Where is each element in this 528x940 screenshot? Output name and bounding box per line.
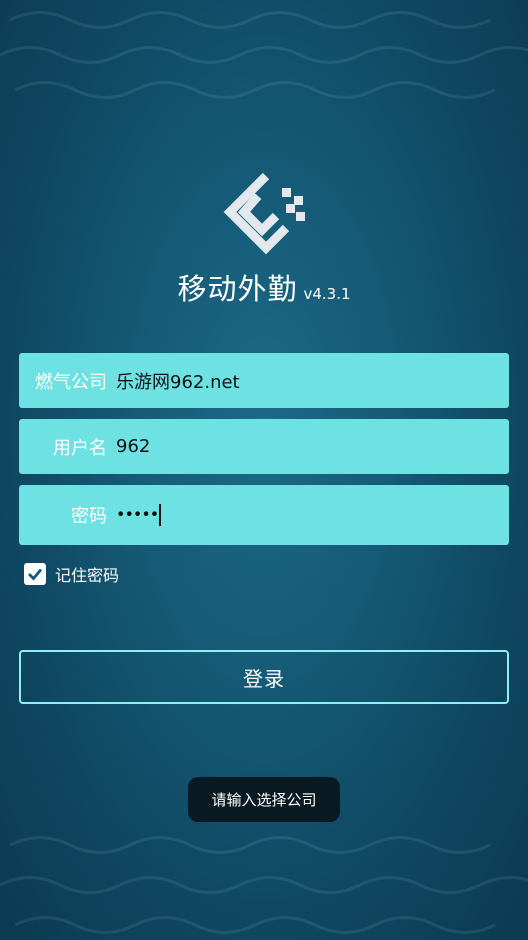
company-label: 燃气公司 [35,371,107,393]
app-version: v4.3.1 [303,285,351,303]
checkmark-icon [28,568,43,581]
remember-password-toggle[interactable]: 记住密码 [24,562,119,586]
company-field[interactable]: 燃气公司 乐游网962.net [19,353,509,408]
toast-message: 请输入选择公司 [188,777,340,822]
login-button[interactable]: 登录 [19,650,509,704]
password-label: 密码 [71,506,107,527]
app-title: 移动外勤 [177,272,298,306]
password-field[interactable]: 密码 ••••• [19,485,509,545]
company-input[interactable]: 乐游网962.net [116,368,240,394]
background-pattern-bottom [0,836,528,934]
password-input[interactable]: ••••• [116,504,162,526]
app-title-row: 移动外勤 v4.3.1 [0,266,528,308]
remember-password-checkbox[interactable] [24,563,46,585]
username-label: 用户名 [53,437,107,459]
login-screen: 移动外勤 v4.3.1 燃气公司 乐游网962.net 用户名 962 密码 ••… [0,0,528,940]
text-cursor [159,504,162,526]
username-input[interactable]: 962 [116,436,150,457]
app-logo-icon [223,172,305,254]
remember-password-label: 记住密码 [55,566,120,585]
username-field[interactable]: 用户名 962 [19,419,509,474]
background-pattern-top [0,11,528,99]
password-masked-value: ••••• [116,504,159,524]
